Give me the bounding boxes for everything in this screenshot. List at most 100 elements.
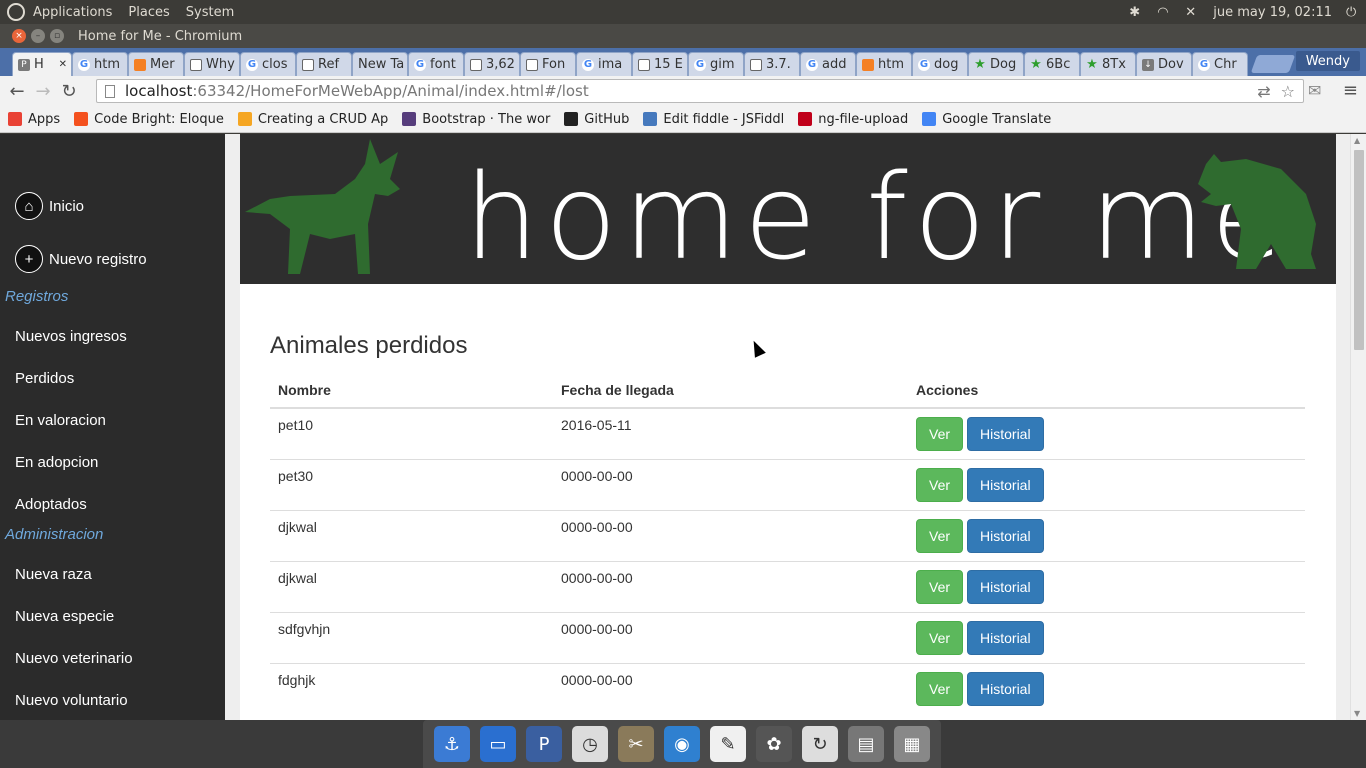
browser-menu-icon[interactable]: ≡: [1343, 80, 1358, 101]
bookmark-5[interactable]: Edit fiddle - JSFiddl: [643, 112, 784, 127]
sidebar-item-adoptados[interactable]: Adoptados: [15, 496, 87, 513]
tab-8[interactable]: 3,62: [464, 52, 520, 76]
historial-button[interactable]: Historial: [967, 672, 1044, 706]
bookmark-2[interactable]: Creating a CRUD Ap: [237, 112, 388, 127]
sidebar-item-nueva-especie[interactable]: Nueva especie: [15, 608, 114, 625]
menu-system[interactable]: System: [186, 5, 234, 20]
gmail-extension-icon[interactable]: ✉: [1308, 81, 1330, 100]
tab-10[interactable]: Gima: [576, 52, 632, 76]
historial-button[interactable]: Historial: [967, 519, 1044, 553]
historial-button[interactable]: Historial: [967, 570, 1044, 604]
phpstorm-icon[interactable]: P: [526, 726, 562, 762]
bookmark-3[interactable]: Bootstrap · The wor: [402, 112, 550, 127]
ver-button[interactable]: Ver: [916, 621, 964, 655]
sidebar-item-nuevo-voluntario[interactable]: Nuevo voluntario: [15, 692, 128, 709]
window-minimize-button[interactable]: –: [31, 29, 45, 43]
window-icon[interactable]: ▭: [480, 726, 516, 762]
tab-18[interactable]: ★ 6Bc: [1024, 52, 1080, 76]
bookmark-1[interactable]: Code Bright: Eloque: [74, 112, 224, 127]
scroll-up-arrow-icon[interactable]: ▲: [1354, 136, 1360, 145]
tab-label: Why: [206, 57, 235, 72]
bookmark-favicon-icon: [643, 112, 658, 126]
new-tab-button[interactable]: [1250, 55, 1296, 73]
header-banner: home for me: [240, 134, 1336, 284]
sidebar-item-nuevos-ingresos[interactable]: Nuevos ingresos: [15, 328, 127, 345]
clock-icon[interactable]: ◷: [572, 726, 608, 762]
sidebar-item-en-valoracion[interactable]: En valoracion: [15, 412, 106, 429]
tab-17[interactable]: ★ Dog: [968, 52, 1024, 76]
ubuntu-logo-icon[interactable]: [7, 3, 25, 21]
sidebar-inicio[interactable]: ⌂ Inicio: [15, 192, 84, 220]
scroll-down-arrow-icon[interactable]: ▼: [1354, 709, 1360, 718]
ver-button[interactable]: Ver: [916, 468, 964, 502]
sidebar-item-en-adopcion[interactable]: En adopcion: [15, 454, 98, 471]
tab-1[interactable]: Ghtm: [72, 52, 128, 76]
tab-label: clos: [262, 57, 288, 72]
scrollbar-thumb[interactable]: [1354, 150, 1364, 350]
clock[interactable]: jue may 19, 02:11: [1213, 5, 1332, 20]
bluetooth-icon[interactable]: ✱: [1129, 5, 1143, 20]
ver-button[interactable]: Ver: [916, 417, 964, 451]
bookmark-4[interactable]: GitHub: [564, 112, 629, 127]
window-maximize-button[interactable]: ▫: [50, 29, 64, 43]
historial-button[interactable]: Historial: [967, 468, 1044, 502]
bookmark-0[interactable]: Apps: [8, 112, 60, 127]
tab-9[interactable]: Fon: [520, 52, 576, 76]
tab-16[interactable]: Gdog: [912, 52, 968, 76]
tab-14[interactable]: Gadd: [800, 52, 856, 76]
sidebar-item-nuevo-veterinario[interactable]: Nuevo veterinario: [15, 650, 133, 667]
site-logo: home for me: [464, 148, 1290, 284]
anchor-icon[interactable]: ⚓: [434, 726, 470, 762]
tab-6[interactable]: New Ta: [352, 52, 408, 76]
tab-12[interactable]: Ggim: [688, 52, 744, 76]
tab-close-icon[interactable]: ✕: [59, 59, 67, 70]
tab-20[interactable]: ↓ Dov: [1136, 52, 1192, 76]
tools-icon[interactable]: ✂: [618, 726, 654, 762]
tab-19[interactable]: ★ 8Tx: [1080, 52, 1136, 76]
bookmark-6[interactable]: ng-file-upload: [798, 112, 908, 127]
tab-5[interactable]: Ref: [296, 52, 352, 76]
bookmark-star-icon[interactable]: ☆: [1281, 82, 1295, 101]
tab-3[interactable]: Why: [184, 52, 240, 76]
update-icon[interactable]: ↻: [802, 726, 838, 762]
bookmark-7[interactable]: Google Translate: [922, 112, 1051, 127]
tab-4[interactable]: Gclos: [240, 52, 296, 76]
url-host: localhost: [125, 82, 193, 100]
tab-label: New Ta: [358, 57, 405, 72]
sidebar-item-perdidos[interactable]: Perdidos: [15, 370, 74, 387]
scanner-icon[interactable]: ▤: [848, 726, 884, 762]
tab-11[interactable]: 15 E: [632, 52, 688, 76]
tab-21[interactable]: G Chr: [1192, 52, 1248, 76]
document-viewer-icon[interactable]: ✎: [710, 726, 746, 762]
historial-button[interactable]: Historial: [967, 621, 1044, 655]
profile-button[interactable]: Wendy: [1295, 51, 1360, 71]
tab-0[interactable]: P H ✕: [12, 52, 72, 76]
back-button[interactable]: ←: [4, 78, 30, 104]
forward-button[interactable]: →: [30, 78, 56, 104]
sidebar-nuevo-registro[interactable]: + Nuevo registro: [15, 245, 147, 273]
menu-applications[interactable]: Applications: [33, 5, 112, 20]
tab-13[interactable]: 3.7.: [744, 52, 800, 76]
sidebar: ⌂ Inicio + Nuevo registro Registros Nuev…: [0, 134, 225, 720]
power-icon[interactable]: ⏻: [1346, 5, 1360, 20]
chromium-icon[interactable]: ◉: [664, 726, 700, 762]
tab-label: Dov: [1158, 57, 1184, 72]
menu-places[interactable]: Places: [128, 5, 169, 20]
sidebar-item-nueva-raza[interactable]: Nueva raza: [15, 566, 92, 583]
window-close-button[interactable]: ×: [12, 29, 26, 43]
wifi-icon[interactable]: ◠: [1157, 5, 1171, 20]
address-bar[interactable]: localhost:63342/HomeForMeWebApp/Animal/i…: [96, 79, 1304, 103]
volume-muted-icon[interactable]: ✕: [1185, 5, 1199, 20]
tab-7[interactable]: Gfont: [408, 52, 464, 76]
ver-button[interactable]: Ver: [916, 519, 964, 553]
tab-2[interactable]: Mer: [128, 52, 184, 76]
gimp-icon[interactable]: ✿: [756, 726, 792, 762]
ver-button[interactable]: Ver: [916, 672, 964, 706]
page-scrollbar[interactable]: ▲ ▼: [1350, 134, 1366, 720]
archive-icon[interactable]: ▦: [894, 726, 930, 762]
tab-15[interactable]: htm: [856, 52, 912, 76]
ver-button[interactable]: Ver: [916, 570, 964, 604]
historial-button[interactable]: Historial: [967, 417, 1044, 451]
reload-button[interactable]: ↻: [56, 78, 82, 104]
translate-icon[interactable]: ⇄: [1257, 82, 1270, 101]
